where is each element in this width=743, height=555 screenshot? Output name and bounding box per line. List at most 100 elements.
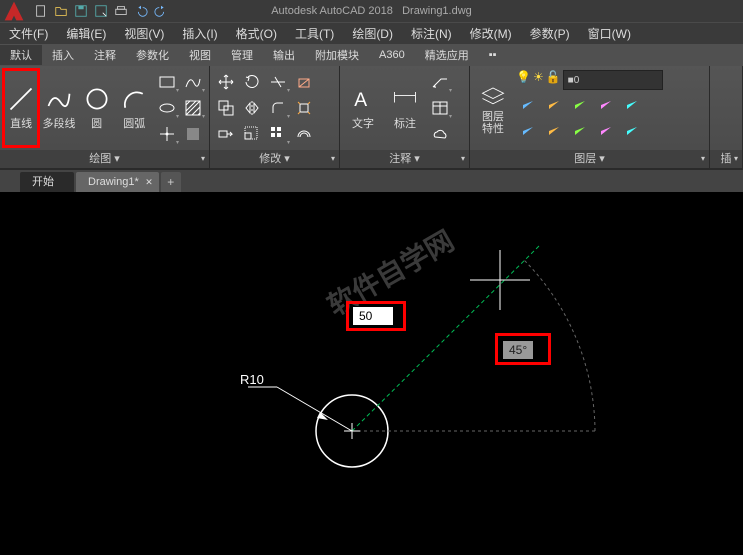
layer-iso-icon[interactable] (516, 118, 540, 142)
app-title: Autodesk AutoCAD 2018 Drawing1.dwg (271, 5, 472, 17)
bulb-icon: 💡 (516, 70, 531, 90)
ellipse-icon[interactable] (155, 96, 179, 120)
layer-lock-icon[interactable] (568, 92, 592, 116)
title-bar: Autodesk AutoCAD 2018 Drawing1.dwg (0, 0, 743, 22)
layer-freeze-icon[interactable] (542, 92, 566, 116)
panel-draw: 直线 多段线 圆 圆弧 (0, 66, 210, 168)
save-icon[interactable] (72, 2, 90, 20)
tab-output[interactable]: 输出 (263, 45, 305, 65)
panel-insert: 插 (710, 66, 743, 168)
line-button[interactable]: 直线 (2, 68, 40, 148)
array-icon[interactable] (266, 122, 290, 146)
text-button[interactable]: A 文字 (342, 68, 384, 148)
rotate-icon[interactable] (240, 70, 264, 94)
table-icon[interactable] (428, 96, 452, 120)
panel-annotation: A 文字 标注 注释 ▾ (340, 66, 470, 168)
explode-icon[interactable] (292, 96, 316, 120)
layer-properties-button[interactable]: 图层 特性 (472, 68, 514, 148)
cloud-icon[interactable] (428, 122, 452, 146)
tab-express[interactable]: 精选应用 (415, 45, 479, 65)
fillet-icon[interactable] (266, 96, 290, 120)
open-icon[interactable] (52, 2, 70, 20)
length-input[interactable] (353, 307, 393, 325)
menu-file[interactable]: 文件(F) (0, 25, 57, 42)
panel-layers: 图层 特性 💡 ☀ 🔓 ■ 0 (470, 66, 710, 168)
menu-tools[interactable]: 工具(T) (286, 25, 343, 42)
tab-manage[interactable]: 管理 (221, 45, 263, 65)
rectangle-icon[interactable] (155, 70, 179, 94)
dimension-button[interactable]: 标注 (384, 68, 426, 148)
menu-window[interactable]: 窗口(W) (579, 25, 640, 42)
ribbon: 直线 多段线 圆 圆弧 (0, 66, 743, 170)
tab-default[interactable]: 默认 (0, 45, 42, 65)
layer-unlock-icon[interactable] (568, 118, 592, 142)
arc-label: 圆弧 (123, 115, 145, 131)
text-label: 文字 (352, 115, 374, 131)
panel-ins-title[interactable]: 插 (710, 150, 742, 168)
document-tabs: 开始 Drawing1* + (0, 170, 743, 192)
radius-label: R10 (240, 372, 264, 387)
erase-icon[interactable] (292, 70, 316, 94)
layerprops-label: 图层 特性 (482, 111, 504, 135)
quick-access-toolbar (32, 2, 170, 20)
circle-button[interactable]: 圆 (78, 68, 116, 148)
layer-thaw-icon[interactable] (542, 118, 566, 142)
spline-icon[interactable] (181, 70, 205, 94)
layer-make-icon[interactable] (594, 92, 618, 116)
plot-icon[interactable] (112, 2, 130, 20)
tab-view[interactable]: 视图 (179, 45, 221, 65)
redo-icon[interactable] (152, 2, 170, 20)
layer-match-icon[interactable] (620, 92, 644, 116)
menu-insert[interactable]: 插入(I) (173, 25, 226, 42)
scale-icon[interactable] (240, 122, 264, 146)
sun-icon: ☀ (533, 70, 544, 90)
line-label: 直线 (10, 115, 32, 131)
panel-draw-title[interactable]: 绘图 ▾ (0, 150, 209, 168)
doctab-drawing1[interactable]: Drawing1* (76, 172, 159, 192)
move-icon[interactable] (214, 70, 238, 94)
angle-display: 45° (503, 341, 533, 359)
tab-insert[interactable]: 插入 (42, 45, 84, 65)
mirror-icon[interactable] (240, 96, 264, 120)
menu-params[interactable]: 参数(P) (521, 25, 579, 42)
drawing-canvas[interactable]: R10 软件自学网 45° (0, 192, 743, 550)
menu-edit[interactable]: 编辑(E) (57, 25, 115, 42)
layer-walk-icon[interactable] (620, 118, 644, 142)
tab-more[interactable]: ▪▪ (479, 47, 507, 63)
saveas-icon[interactable] (92, 2, 110, 20)
panel-layers-title[interactable]: 图层 ▾ (470, 150, 709, 168)
menu-dimension[interactable]: 标注(N) (402, 25, 461, 42)
layer-selector[interactable]: ■ 0 (563, 70, 663, 90)
new-icon[interactable] (32, 2, 50, 20)
menu-format[interactable]: 格式(O) (227, 25, 286, 42)
lock-icon: 🔓 (546, 70, 561, 90)
app-logo[interactable] (0, 0, 28, 22)
polyline-label: 多段线 (43, 115, 76, 131)
undo-icon[interactable] (132, 2, 150, 20)
panel-annot-title[interactable]: 注释 ▾ (340, 150, 469, 168)
trim-icon[interactable] (266, 70, 290, 94)
menu-modify[interactable]: 修改(M) (461, 25, 521, 42)
leader-icon[interactable] (428, 70, 452, 94)
layer-prev-icon[interactable] (594, 118, 618, 142)
polyline-button[interactable]: 多段线 (40, 68, 78, 148)
hatch-icon[interactable] (181, 96, 205, 120)
copy-icon[interactable] (214, 96, 238, 120)
arc-button[interactable]: 圆弧 (115, 68, 153, 148)
tab-a360[interactable]: A360 (369, 47, 415, 63)
layer-off-icon[interactable] (516, 92, 540, 116)
tab-addins[interactable]: 附加模块 (305, 45, 369, 65)
svg-text:A: A (354, 90, 367, 111)
menu-view[interactable]: 视图(V) (115, 25, 173, 42)
point-icon[interactable] (155, 122, 179, 146)
tab-parametric[interactable]: 参数化 (126, 45, 179, 65)
add-tab-button[interactable]: + (161, 172, 181, 192)
stretch-icon[interactable] (214, 122, 238, 146)
offset-icon[interactable] (292, 122, 316, 146)
ribbon-tabs: 默认 插入 注释 参数化 视图 管理 输出 附加模块 A360 精选应用 ▪▪ (0, 44, 743, 66)
menu-draw[interactable]: 绘图(D) (343, 25, 402, 42)
doctab-start[interactable]: 开始 (20, 172, 74, 192)
tab-annotate[interactable]: 注释 (84, 45, 126, 65)
region-icon[interactable] (181, 122, 205, 146)
panel-modify-title[interactable]: 修改 ▾ (210, 150, 339, 168)
